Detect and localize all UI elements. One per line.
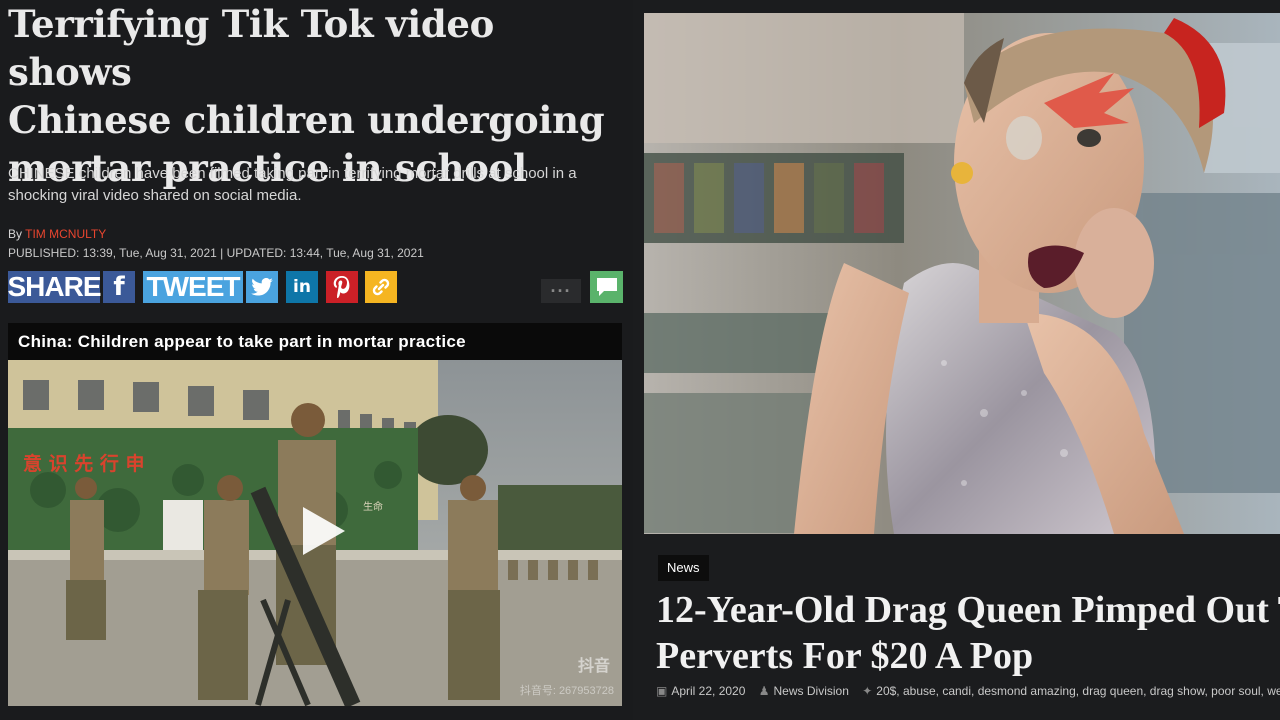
video-banner-text: 意 识 先 行 申 [23, 452, 144, 475]
video-title: China: Children appear to take part in m… [8, 323, 622, 360]
user-icon: ♟ [758, 684, 770, 698]
comment-icon[interactable] [590, 271, 623, 303]
facebook-icon[interactable]: f [103, 271, 135, 303]
calendar-icon: ▣ [656, 684, 668, 698]
article-meta: ▣ April 22, 2020 ♟ News Division ✦ 20$, abu… [656, 684, 1280, 698]
linkedin-icon[interactable]: in [286, 271, 318, 303]
twitter-bird-icon[interactable] [246, 271, 278, 303]
right-title-line-2: Perverts For $20 A Pop [656, 635, 1034, 677]
author-link[interactable]: TIM MCNULTY [25, 227, 106, 241]
byline: By TIM MCNULTY [8, 227, 106, 241]
right-article-title[interactable]: 12-Year-Old Drag Queen Pimped Out To Per… [656, 587, 1280, 679]
tag-icon: ✦ [862, 684, 873, 698]
play-icon[interactable] [293, 503, 349, 559]
article-author[interactable]: News Division [774, 684, 849, 698]
publish-dates: PUBLISHED: 13:39, Tue, Aug 31, 2021 | UP… [8, 246, 424, 260]
article-tags[interactable]: 20$, abuse, candi, desmond amazing, drag… [876, 684, 1280, 698]
tweet-button[interactable]: TWEET [143, 271, 243, 303]
headline-line-1: Terrifying Tik Tok video shows [8, 2, 495, 94]
more-icon[interactable]: ··· [541, 279, 581, 303]
video-watermark: 抖音 [577, 658, 610, 675]
right-title-line-1: 12-Year-Old Drag Queen Pimped Out To [656, 589, 1280, 631]
category-tag[interactable]: News [658, 555, 709, 581]
headline-line-2: Chinese children undergoing [8, 98, 605, 142]
byline-prefix: By [8, 227, 23, 241]
right-article: News 12-Year-Old Drag Queen Pimped Out T… [644, 0, 1280, 720]
share-button[interactable]: SHARE [8, 271, 102, 303]
video-player[interactable]: China: Children appear to take part in m… [8, 323, 622, 706]
video-watermark-id: 抖音号: 267953728 [519, 685, 614, 697]
share-bar: SHARE f TWEET in ··· [8, 271, 623, 303]
video-wall-text: 生命 [363, 500, 383, 513]
hero-image[interactable] [644, 13, 1280, 534]
pinterest-icon[interactable] [326, 271, 358, 303]
left-article: Terrifying Tik Tok video shows Chinese c… [0, 0, 633, 720]
article-standfirst: CHINESE children have been filmed taking… [8, 165, 577, 204]
link-icon[interactable] [365, 271, 397, 303]
article-date[interactable]: April 22, 2020 [671, 684, 745, 698]
